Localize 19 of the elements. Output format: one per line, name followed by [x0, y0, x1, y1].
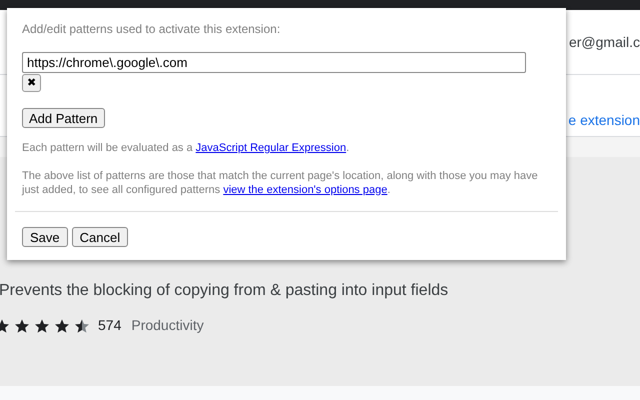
rating-count: 574	[98, 316, 122, 335]
star-icon	[14, 318, 30, 334]
description: Prevents the blocking of copying from & pasting into input fields	[0, 281, 450, 301]
regex-note: Each pattern will be evaluated as a JavaScript Regular Expression.	[22, 141, 350, 156]
star-icon	[74, 318, 90, 334]
extension-link[interactable]: e extension	[568, 110, 640, 131]
cancel-button[interactable]: Cancel	[72, 226, 128, 246]
add-pattern-button[interactable]: Add Pattern	[22, 108, 105, 128]
remove-pattern-button[interactable]: ✖	[22, 74, 41, 92]
regex-link[interactable]: JavaScript Regular Expression	[196, 142, 346, 154]
dialog-heading: Add/edit patterns used to activate this extension:	[22, 21, 282, 38]
category: Productivity	[131, 316, 204, 335]
star-icon	[34, 318, 50, 334]
patterns-info: The above list of patterns are those that match the current page's location, along with those you may have just added, to see all configured patterns view the extension's options page.	[22, 168, 539, 196]
options-page-link[interactable]: view the extension's options page	[223, 184, 388, 196]
star-icon	[54, 318, 70, 334]
pattern-field[interactable]: https://chrome\.google\.com	[22, 52, 526, 73]
account-email: er@gmail.c	[568, 32, 640, 52]
save-button[interactable]: Save	[22, 226, 68, 246]
